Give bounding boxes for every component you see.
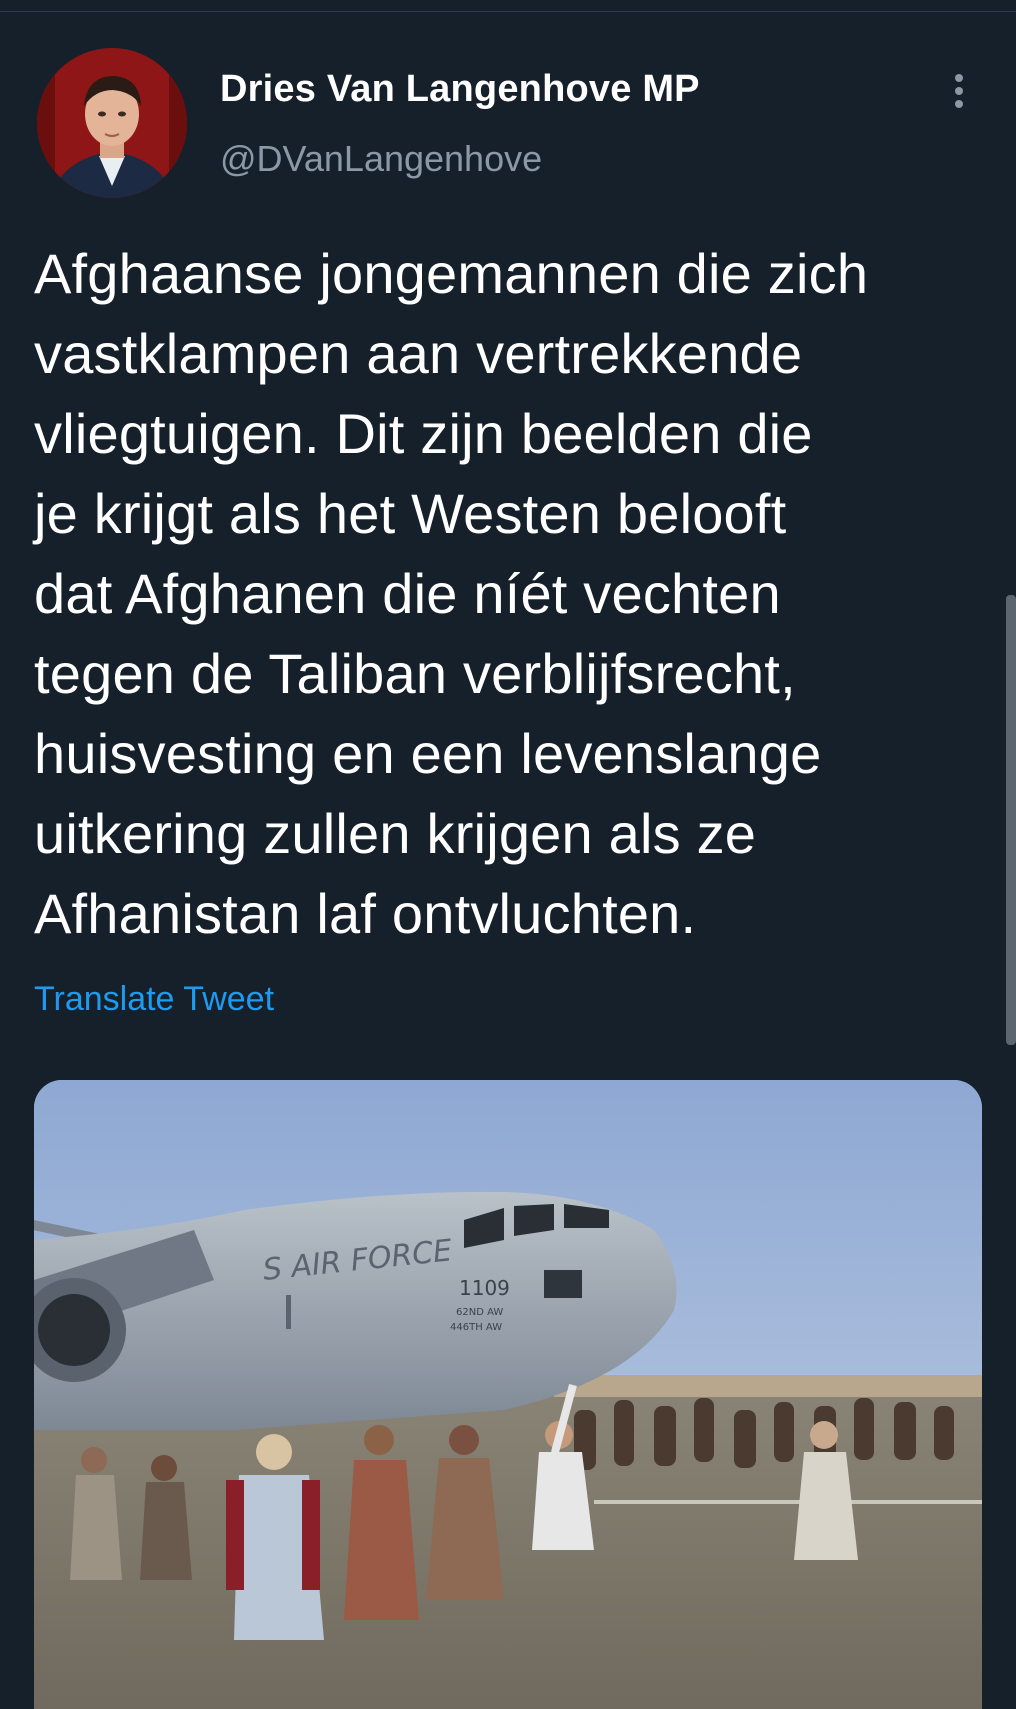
avatar[interactable] — [37, 48, 187, 198]
more-dot — [955, 74, 963, 82]
author-handle[interactable]: @DVanLangenhove — [220, 138, 542, 180]
translate-tweet-link[interactable]: Translate Tweet — [34, 980, 274, 1019]
more-dot — [955, 87, 963, 95]
wing-marking-2: 446TH AW — [450, 1322, 502, 1333]
scrollbar[interactable] — [1006, 595, 1016, 1045]
tweet-media-image[interactable]: S AIR FORCE 1109 62ND AW 446TH AW — [34, 1080, 982, 1709]
tail-number: 1109 — [459, 1276, 510, 1300]
tweet-text: Afghaanse jongemannen die zich vastklamp… — [34, 242, 869, 945]
more-dot — [955, 100, 963, 108]
wing-marking-1: 62ND AW — [456, 1307, 503, 1318]
more-options-icon[interactable] — [944, 70, 974, 120]
author-name[interactable]: Dries Van Langenhove MP — [220, 68, 700, 111]
top-divider — [0, 11, 1016, 12]
